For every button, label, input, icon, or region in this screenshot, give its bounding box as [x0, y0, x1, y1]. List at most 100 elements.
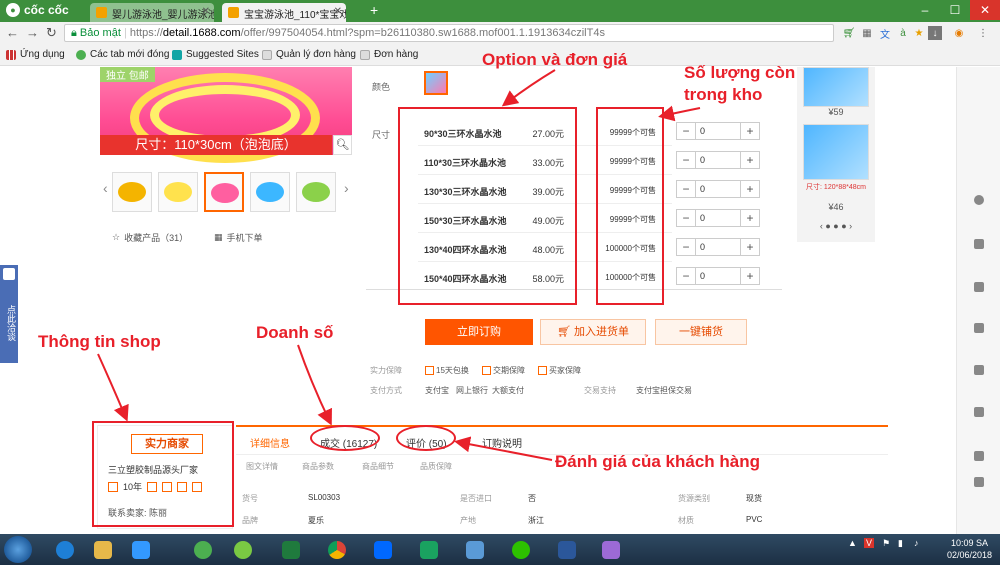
zalo-app[interactable] [366, 537, 400, 562]
service-item[interactable]: 交期保障 [482, 365, 525, 376]
explorer-app[interactable] [86, 537, 120, 562]
cart-ext-icon[interactable]: 🛒︎ [842, 26, 856, 40]
related-product-image[interactable] [803, 124, 869, 180]
bookmark-icon[interactable] [974, 282, 984, 292]
color-option-swatch[interactable] [424, 71, 448, 95]
minus-icon[interactable]: − [677, 268, 695, 284]
favorite-button[interactable]: ☆ 收藏产品（31） [112, 231, 188, 244]
bookmark-icon[interactable] [974, 365, 984, 375]
minus-icon[interactable]: − [677, 152, 695, 168]
maximize-icon[interactable]: ☐ [940, 0, 970, 20]
minus-icon[interactable]: − [677, 239, 695, 255]
minus-icon[interactable]: − [677, 181, 695, 197]
close-window-icon[interactable]: ✕ [970, 0, 1000, 20]
user-icon[interactable] [974, 195, 984, 205]
subtab[interactable]: 商品细节 [362, 461, 394, 472]
coccoc-brand[interactable]: ● cốc cốc [6, 3, 69, 17]
sheets-app[interactable] [412, 537, 446, 562]
bookmark-order-manage[interactable]: Quản lý đơn hàng [262, 49, 356, 60]
clipboard-icon[interactable] [974, 407, 984, 417]
tab-1[interactable]: 婴儿游泳池_婴儿游泳池批 ✕ [90, 3, 214, 22]
plus-icon[interactable]: + [741, 181, 759, 197]
chrome-app[interactable] [320, 537, 354, 562]
flag-icon[interactable]: ⚑ [882, 538, 890, 549]
paint-app[interactable] [594, 537, 628, 562]
wechat-app[interactable] [504, 537, 538, 562]
quantity-value[interactable]: 0 [695, 181, 741, 197]
thumbnail[interactable] [158, 172, 198, 212]
message-icon[interactable] [974, 239, 984, 249]
quantity-stepper[interactable]: −0 + [676, 151, 760, 169]
plus-icon[interactable]: + [741, 152, 759, 168]
plus-icon[interactable]: + [741, 239, 759, 255]
plus-icon[interactable]: + [741, 268, 759, 284]
bookmark-apps[interactable]: Ứng dụng [6, 49, 65, 60]
tray-expand-icon[interactable]: ▲ [848, 538, 857, 548]
thumbnail[interactable] [204, 172, 244, 212]
grid-ext-icon[interactable]: ▦ [860, 26, 874, 40]
volume-icon[interactable]: ♪ [914, 538, 919, 548]
minus-icon[interactable]: − [677, 123, 695, 139]
minus-icon[interactable]: − [677, 210, 695, 226]
bookmark-suggested-sites[interactable]: Suggested Sites [172, 49, 259, 60]
quantity-value[interactable]: 0 [695, 239, 741, 255]
system-clock[interactable]: 10:09 SA 02/06/2018 [947, 537, 992, 561]
related-pager[interactable]: ‹ ● ● ● › [797, 221, 875, 231]
tab-order-notes[interactable]: 订购说明 [482, 435, 522, 450]
subtab[interactable]: 图文详情 [246, 461, 278, 472]
tab-2[interactable]: 宝宝游泳池_110*宝宝戏水 ✕ [222, 3, 346, 22]
service-item[interactable]: 买家保障 [538, 365, 581, 376]
thumb-prev-icon[interactable]: ‹ [103, 180, 108, 196]
new-tab-button[interactable]: + [370, 2, 378, 18]
bookmark-recent-tabs[interactable]: Các tab mới đóng [76, 49, 169, 60]
list-icon[interactable] [974, 451, 984, 461]
tab-close-icon[interactable]: ✕ [202, 6, 210, 17]
thumbnail[interactable] [112, 172, 152, 212]
back-icon[interactable]: ← [6, 25, 19, 40]
tab-close-icon[interactable]: ✕ [334, 6, 342, 17]
download-icon[interactable]: ↓ [928, 26, 942, 40]
quantity-stepper[interactable]: −0 + [676, 238, 760, 256]
plus-icon[interactable]: + [741, 210, 759, 226]
word-app[interactable] [550, 537, 584, 562]
subtab[interactable]: 品质保障 [420, 461, 452, 472]
start-button[interactable] [4, 536, 32, 563]
ie-app[interactable] [48, 537, 82, 562]
star-ext-icon[interactable]: ★ [912, 26, 926, 40]
reload-icon[interactable]: ↻ [46, 25, 57, 41]
url-input[interactable]: 🔒︎ Bảo mật | https://detail.1688.com/off… [64, 24, 834, 42]
network-icon[interactable]: ▮ [898, 538, 903, 549]
media-app[interactable] [124, 537, 158, 562]
translate-ext-icon[interactable]: 文 [878, 26, 892, 41]
thumbnail[interactable] [296, 172, 336, 212]
menu-icon[interactable]: ⋮ [976, 26, 990, 40]
order-now-button[interactable]: 立即订购 [425, 319, 533, 345]
add-to-cart-button[interactable]: 🛒︎ 加入进货单 [540, 319, 646, 345]
zoom-icon[interactable]: 🔍︎ [333, 135, 352, 155]
quantity-stepper[interactable]: −0 + [676, 180, 760, 198]
one-click-distribute-button[interactable]: 一键铺货 [655, 319, 747, 345]
minimize-icon[interactable]: – [910, 0, 940, 20]
quantity-value[interactable]: 0 [695, 210, 741, 226]
refresh-app[interactable] [186, 537, 220, 562]
plus-icon[interactable]: + [741, 123, 759, 139]
photos-app[interactable] [458, 537, 492, 562]
forward-icon[interactable]: → [26, 25, 39, 40]
quantity-value[interactable]: 0 [695, 268, 741, 284]
subtab[interactable]: 商品参数 [302, 461, 334, 472]
tray-app-icon[interactable]: V [864, 538, 875, 548]
coccoc-ext-icon[interactable]: à [896, 26, 910, 40]
thumbnail[interactable] [250, 172, 290, 212]
mobile-order-button[interactable]: ▦ 手机下单 [214, 231, 263, 244]
tab-details[interactable]: 详细信息 [250, 435, 290, 450]
excel-app[interactable] [274, 537, 308, 562]
bookmark-orders[interactable]: Đơn hàng [360, 49, 418, 60]
quantity-value[interactable]: 0 [695, 123, 741, 139]
quantity-stepper[interactable]: −0 + [676, 122, 760, 140]
chat-float-button[interactable]: 点此洽谈 [0, 265, 18, 363]
quantity-value[interactable]: 0 [695, 152, 741, 168]
service-item[interactable]: 15天包换 [425, 365, 469, 376]
chrome-ext-icon[interactable]: ◉ [952, 26, 966, 40]
back-to-top-icon[interactable] [974, 477, 984, 487]
related-product-image[interactable] [803, 67, 869, 107]
